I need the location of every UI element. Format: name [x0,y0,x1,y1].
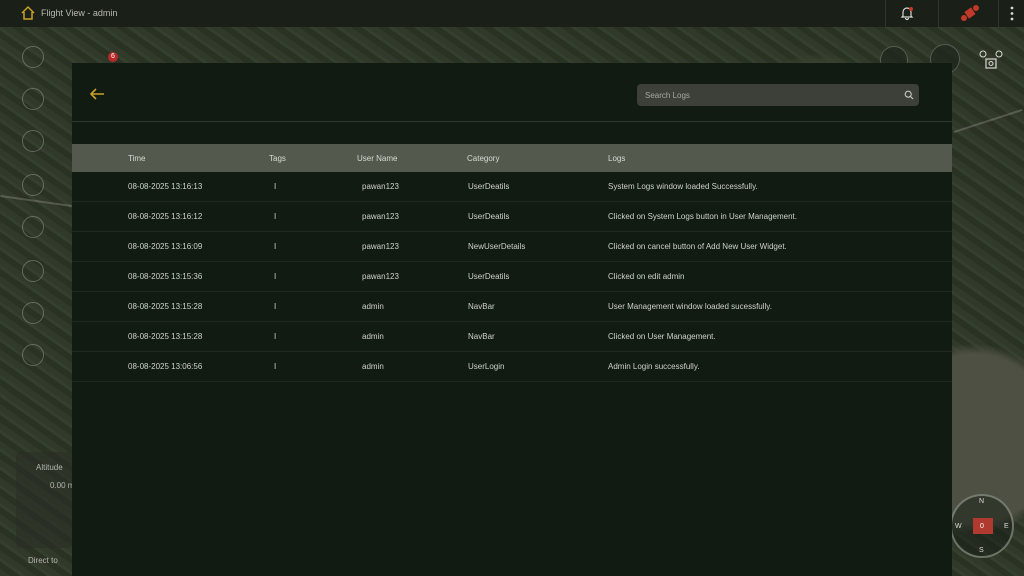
cell-user: admin [362,362,384,371]
drone-status-icon[interactable] [960,4,980,22]
compass-heading: 0 [980,523,984,530]
cell-tag: I [274,242,277,251]
column-header-user[interactable]: User Name [357,154,397,163]
map-terrain-tool[interactable] [22,88,44,110]
compass: N E S W 0 [950,494,1014,558]
drone-camera-icon[interactable] [979,50,1003,72]
cell-category: NavBar [468,302,495,311]
cell-time: 08-08-2025 13:06:56 [128,362,203,371]
column-header-logs[interactable]: Logs [608,154,625,163]
logs-table-body: 08-08-2025 13:16:13 I pawan123 UserDeati… [72,172,952,382]
download-tool[interactable] [22,130,44,152]
cell-time: 08-08-2025 13:15:36 [128,272,203,281]
home-icon[interactable] [20,5,36,21]
search-input[interactable] [645,84,895,106]
cell-tag: I [274,362,277,371]
drone-tool[interactable] [22,344,44,366]
cell-user: pawan123 [362,182,399,191]
cell-category: UserDeatils [468,182,510,191]
cell-category: UserLogin [468,362,505,371]
cell-category: UserDeatils [468,272,510,281]
column-header-tags[interactable]: Tags [269,154,286,163]
map-footer-text: Direct to [28,556,58,565]
table-row[interactable]: 08-08-2025 13:15:28 I admin NavBar User … [72,292,952,322]
kebab-icon[interactable] [1009,6,1015,21]
cell-tag: I [274,272,277,281]
top-bar: Flight View - admin [0,0,1024,27]
cell-time: 08-08-2025 13:16:13 [128,182,203,191]
cell-user: admin [362,302,384,311]
cell-tag: I [274,212,277,221]
cell-log: Clicked on cancel button of Add New User… [608,242,787,251]
cell-log: Clicked on System Logs button in User Ma… [608,212,797,221]
pause-tool[interactable] [22,174,44,196]
compass-s: S [979,547,984,554]
table-row[interactable]: 08-08-2025 13:16:13 I pawan123 UserDeati… [72,172,952,202]
cell-time: 08-08-2025 13:16:09 [128,242,203,251]
divider [885,0,886,27]
cell-category: NewUserDetails [468,242,526,251]
cell-time: 08-08-2025 13:15:28 [128,302,203,311]
cell-time: 08-08-2025 13:15:28 [128,332,203,341]
altitude-value: 0.00 m [50,481,75,490]
search-box[interactable] [637,84,919,106]
cell-user: admin [362,332,384,341]
compass-w: W [955,523,962,530]
app-title: Flight View - admin [41,8,118,18]
cell-user: pawan123 [362,242,399,251]
cell-log: Admin Login successfully. [608,362,700,371]
map-layer-tool[interactable] [22,46,44,68]
table-row[interactable]: 08-08-2025 13:16:12 I pawan123 UserDeati… [72,202,952,232]
cell-log: User Management window loaded sucessfull… [608,302,772,311]
divider [998,0,999,27]
search-icon[interactable] [904,90,914,100]
cell-tag: I [274,302,277,311]
cell-category: NavBar [468,332,495,341]
column-header-category[interactable]: Category [467,154,499,163]
cell-tag: I [274,332,277,341]
compass-e: E [1004,523,1009,530]
map-marker[interactable]: 6 [108,52,118,62]
cell-log: Clicked on User Management. [608,332,716,341]
cell-tag: I [274,182,277,191]
divider [938,0,939,27]
panel-divider [72,121,952,122]
cell-time: 08-08-2025 13:16:12 [128,212,203,221]
system-logs-panel: Time Tags User Name Category Logs 08-08-… [72,63,952,576]
back-arrow-icon[interactable] [88,87,106,101]
cell-log: Clicked on edit admin [608,272,685,281]
cell-user: pawan123 [362,272,399,281]
table-row[interactable]: 08-08-2025 13:06:56 I admin UserLogin Ad… [72,352,952,382]
rtl-tool[interactable] [22,302,44,324]
cell-log: System Logs window loaded Successfully. [608,182,758,191]
altitude-label: Altitude [36,463,63,472]
column-header-time[interactable]: Time [128,154,145,163]
no-fly-tool[interactable] [22,260,44,282]
table-row[interactable]: 08-08-2025 13:15:36 I pawan123 UserDeati… [72,262,952,292]
cell-category: UserDeatils [468,212,510,221]
table-row[interactable]: 08-08-2025 13:16:09 I pawan123 NewUserDe… [72,232,952,262]
bell-icon[interactable] [899,5,915,21]
cell-user: pawan123 [362,212,399,221]
compass-n: N [979,498,985,505]
logs-table-header: Time Tags User Name Category Logs [72,144,952,172]
play-tool[interactable] [22,216,44,238]
table-row[interactable]: 08-08-2025 13:15:28 I admin NavBar Click… [72,322,952,352]
